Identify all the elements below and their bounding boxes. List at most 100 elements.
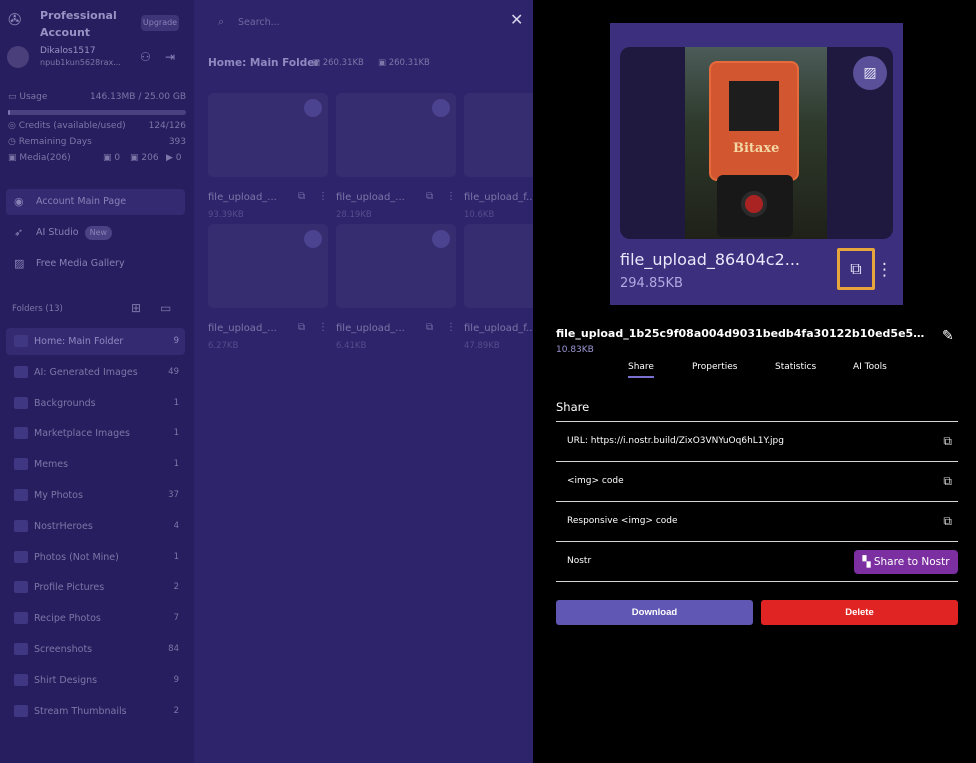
folder-count: 9 <box>173 336 179 346</box>
folder-item[interactable]: Recipe Photos 7 <box>6 605 185 632</box>
usage-value: 146.13MB / 25.00 GB <box>90 92 186 102</box>
folder-icon <box>14 335 28 347</box>
avatar[interactable] <box>7 46 29 68</box>
image-type-icon[interactable]: ▨ <box>853 56 887 90</box>
tab-properties[interactable]: Properties <box>692 362 737 376</box>
credits-icon: ◎ <box>8 121 16 131</box>
copy-icon[interactable]: ⧉ <box>298 322 305 333</box>
add-folder-icon[interactable]: ⊞ <box>131 301 141 315</box>
delete-button[interactable]: Delete <box>761 600 958 625</box>
thumbnail-name: file_upload_... <box>336 323 405 334</box>
main-area: ⌕ ✕ Home: Main Folder ▣ 260.31KB ▣ 260.3… <box>194 0 584 763</box>
user-icon: ◉ <box>14 195 24 208</box>
folder-icon <box>14 427 28 440</box>
preview-image-area[interactable]: Bitaxe <box>620 47 893 239</box>
profile-settings-icon[interactable]: ⚇ <box>140 50 151 64</box>
image-icon: ▨ <box>14 257 25 270</box>
copy-icon[interactable]: ⧉ <box>837 248 875 290</box>
folder-item[interactable]: AI: Generated Images 49 <box>6 359 185 386</box>
storage-icon: ▭ <box>8 92 17 102</box>
thumbnail-size: 28.19KB <box>336 210 372 220</box>
folder-icon <box>14 673 28 686</box>
nostr-icon: ▚ <box>862 556 874 568</box>
folder-item[interactable]: Screenshots 84 <box>6 636 185 663</box>
app-logo-icon: ✇ <box>8 10 22 29</box>
folder-name: Screenshots <box>34 644 93 655</box>
nav-account-main-page[interactable]: ◉ Account Main Page <box>6 189 185 215</box>
nav-free-media-gallery[interactable]: ▨ Free Media Gallery <box>6 251 185 277</box>
copy-img-code-icon[interactable]: ⧉ <box>943 462 952 501</box>
folder-count: 2 <box>173 705 179 716</box>
media-icon: ▣ <box>8 153 17 163</box>
new-badge: New <box>84 226 113 240</box>
edit-name-icon[interactable]: ✎ <box>942 328 954 344</box>
days-label: Remaining Days <box>18 137 92 147</box>
folder-size-total: ▣ 260.31KB <box>378 58 430 68</box>
media-type-icon <box>432 230 450 248</box>
thumbnail-size: 6.27KB <box>208 341 239 351</box>
more-options-icon[interactable]: ⋮ <box>318 191 328 202</box>
copy-icon[interactable]: ⧉ <box>298 191 305 202</box>
folder-item[interactable]: Stream Thumbnails 2 <box>6 698 185 725</box>
copy-responsive-code-icon[interactable]: ⧉ <box>943 502 952 541</box>
folder-item[interactable]: Profile Pictures 2 <box>6 574 185 601</box>
logout-icon[interactable]: ⇥ <box>165 50 175 64</box>
folder-item[interactable]: Memes 1 <box>6 451 185 478</box>
more-options-icon[interactable]: ⋮ <box>318 322 328 333</box>
usage-progress-bar <box>8 110 186 115</box>
share-row-nostr: Nostr ▚ Share to Nostr <box>556 541 958 581</box>
nostr-label: Nostr <box>567 556 592 566</box>
divider <box>556 581 958 582</box>
close-icon[interactable]: ✕ <box>510 10 523 29</box>
share-to-nostr-button[interactable]: ▚ Share to Nostr <box>854 550 958 574</box>
upgrade-button[interactable]: Upgrade <box>141 15 179 31</box>
tab-statistics[interactable]: Statistics <box>775 362 816 376</box>
thumbnail-size: 10.6KB <box>464 210 495 220</box>
more-options-icon[interactable]: ⋮ <box>446 191 456 202</box>
folder-icon <box>14 458 28 471</box>
folder-item[interactable]: My Photos 37 <box>6 482 185 509</box>
folder-count: 7 <box>173 613 179 624</box>
days-value: 393 <box>168 137 186 147</box>
usage-progress-fill <box>8 110 10 115</box>
folder-count: 49 <box>168 366 179 377</box>
search-input[interactable] <box>238 14 488 30</box>
tab-share[interactable]: Share <box>628 362 654 378</box>
media-gifs-count: ▣ 206 <box>130 153 159 163</box>
user-pubkey: npub1kun5628rax... <box>40 58 121 67</box>
thumbnail-name: file_upload_... <box>208 192 277 203</box>
media-label: Media(206) <box>19 153 71 163</box>
img-code-label: <img> code <box>567 476 624 486</box>
folder-name: Photos (Not Mine) <box>34 551 119 563</box>
folder-item[interactable]: Photos (Not Mine) 1 <box>6 544 185 571</box>
media-thumbnail[interactable] <box>208 224 328 308</box>
more-options-icon[interactable]: ⋮ <box>446 322 456 333</box>
folder-item[interactable]: Shirt Designs 9 <box>6 667 185 694</box>
usage-row: ▭ Usage 146.13MB / 25.00 GB <box>8 92 186 102</box>
folder-icon <box>14 643 28 655</box>
nav-ai-studio[interactable]: ➶ AI Studio New <box>6 220 185 246</box>
download-button[interactable]: Download <box>556 600 753 625</box>
media-thumbnail[interactable] <box>208 93 328 177</box>
folder-count: 37 <box>168 490 179 500</box>
folder-item[interactable]: Backgrounds 1 <box>6 390 185 417</box>
image-logo-text: Bitaxe <box>733 141 780 156</box>
folder-name: Home: Main Folder <box>34 336 124 347</box>
folder-item[interactable]: NostrHeroes 4 <box>6 513 185 540</box>
copy-url-icon[interactable]: ⧉ <box>943 422 952 461</box>
credits-value: 124/126 <box>148 121 186 131</box>
folder-item[interactable]: Home: Main Folder 9 <box>6 328 185 355</box>
folder-icon <box>14 519 28 532</box>
preview-photo: Bitaxe <box>685 47 827 239</box>
media-type-icon <box>432 99 450 117</box>
copy-icon[interactable]: ⧉ <box>426 322 433 333</box>
folder-item[interactable]: Marketplace Images 1 <box>6 420 185 447</box>
media-thumbnail[interactable] <box>336 93 456 177</box>
folder-icon[interactable]: ▭ <box>160 301 171 315</box>
copy-icon[interactable]: ⧉ <box>426 191 433 202</box>
tab-ai-tools[interactable]: AI Tools <box>853 362 887 376</box>
more-options-icon[interactable]: ⋮ <box>876 255 893 285</box>
media-thumbnail[interactable] <box>336 224 456 308</box>
thumbnail-size: 93.39KB <box>208 210 244 220</box>
folder-count: 1 <box>173 397 179 408</box>
